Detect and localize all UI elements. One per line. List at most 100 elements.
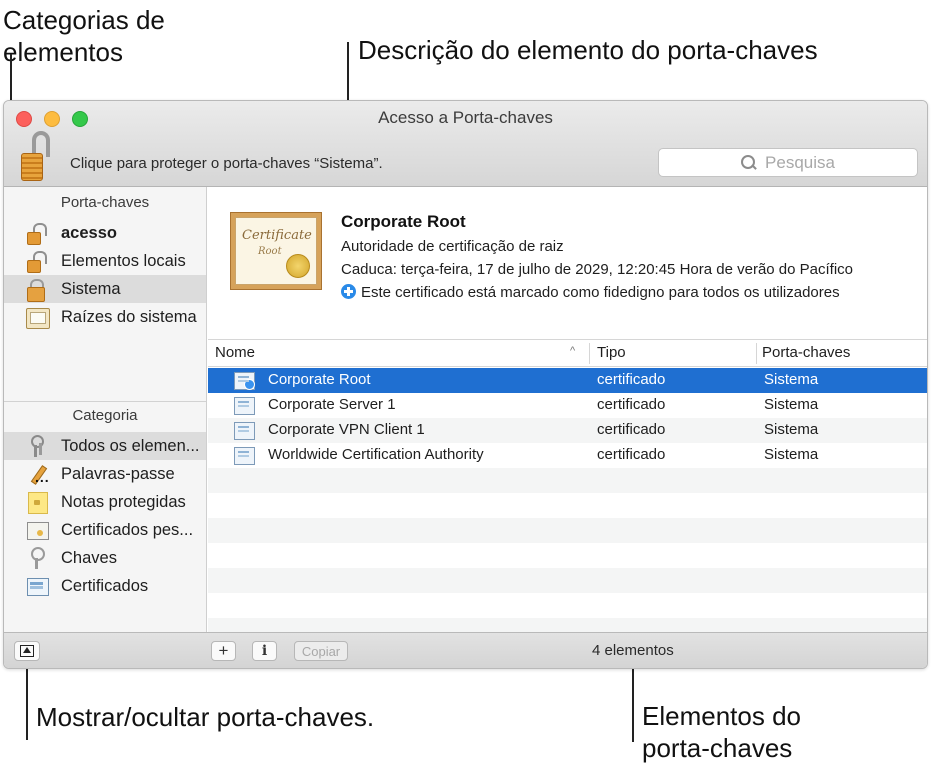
sidebar-item-notas-protegidas[interactable]: Notas protegidas bbox=[4, 488, 206, 516]
certificate-root-icon bbox=[234, 372, 256, 390]
empty-row bbox=[208, 568, 927, 593]
callout-items-line1: Elementos do bbox=[642, 701, 801, 731]
add-item-button[interactable]: + bbox=[211, 641, 236, 661]
row-name: Corporate Server 1 bbox=[268, 396, 396, 413]
sidebar-item-label: Certificados pes... bbox=[61, 520, 194, 539]
sidebar: Porta-chaves acesso Elementos locais Sis… bbox=[4, 187, 207, 634]
window-title: Acesso a Porta-chaves bbox=[378, 108, 553, 127]
column-separator[interactable] bbox=[589, 343, 590, 364]
table-header: Nome ^ Tipo Porta-chaves bbox=[208, 339, 927, 367]
column-header-keychain[interactable]: Porta-chaves bbox=[762, 344, 850, 361]
item-name: Corporate Root bbox=[341, 212, 466, 231]
column-separator[interactable] bbox=[756, 343, 757, 364]
callout-show-hide: Mostrar/ocultar porta-chaves. bbox=[36, 702, 375, 732]
sidebar-item-certificados[interactable]: Certificados bbox=[4, 572, 206, 600]
callout-show-hide-leader bbox=[26, 662, 28, 740]
row-type: certificado bbox=[597, 446, 666, 463]
trust-plus-icon bbox=[341, 284, 356, 299]
category-header: Categoria bbox=[72, 407, 138, 424]
certificate-icon bbox=[26, 575, 49, 597]
sidebar-item-raizes-do-sistema[interactable]: Raízes do sistema bbox=[4, 303, 206, 331]
column-header-type[interactable]: Tipo bbox=[597, 344, 626, 361]
certificate-icon bbox=[234, 447, 256, 465]
empty-row bbox=[208, 493, 927, 518]
pencil-icon bbox=[26, 463, 50, 485]
row-name: Corporate Root bbox=[268, 371, 371, 388]
sidebar-item-label: Elementos locais bbox=[61, 251, 186, 270]
sort-ascending-icon[interactable]: ^ bbox=[570, 345, 575, 357]
row-type: certificado bbox=[597, 396, 666, 413]
empty-row bbox=[208, 593, 927, 618]
row-type: certificado bbox=[597, 421, 666, 438]
callout-categories-line1: Categorias de bbox=[3, 5, 165, 35]
empty-row bbox=[208, 518, 927, 543]
info-button[interactable]: i bbox=[252, 641, 277, 661]
toolbar: Acesso a Porta-chaves Clique para proteg… bbox=[4, 101, 927, 187]
show-hide-icon bbox=[20, 645, 34, 657]
search-placeholder: Pesquisa bbox=[765, 152, 835, 172]
callout-description: Descrição do elemento do porta-chaves bbox=[358, 35, 818, 65]
sidebar-item-label: Notas protegidas bbox=[61, 492, 186, 511]
sidebar-item-elementos-locais[interactable]: Elementos locais bbox=[4, 247, 206, 275]
locked-lock-icon bbox=[26, 278, 48, 302]
row-type: certificado bbox=[597, 371, 666, 388]
cabinet-icon bbox=[26, 306, 50, 329]
copy-button[interactable]: Copiar bbox=[294, 641, 348, 661]
sidebar-item-label: Certificados bbox=[61, 576, 149, 595]
sidebar-item-sistema[interactable]: Sistema bbox=[4, 275, 206, 303]
row-keychain: Sistema bbox=[764, 371, 819, 388]
seal-icon bbox=[286, 254, 310, 278]
trust-status: Este certificado está marcado como fided… bbox=[341, 284, 840, 301]
callout-items-leader bbox=[632, 662, 634, 742]
certificate-icon-word: Certificate bbox=[242, 228, 312, 243]
item-count: 4 elementos bbox=[592, 642, 674, 659]
certificate-icon bbox=[26, 519, 49, 541]
lock-message: Clique para proteger o porta-chaves “Sis… bbox=[70, 155, 383, 172]
empty-row bbox=[208, 543, 927, 568]
certificate-icon bbox=[234, 422, 256, 440]
sidebar-item-chaves[interactable]: Chaves bbox=[4, 544, 206, 572]
table-row[interactable]: Corporate Root certificado Sistema bbox=[208, 368, 927, 393]
sidebar-item-label: Chaves bbox=[61, 548, 117, 567]
sidebar-divider[interactable] bbox=[4, 401, 206, 402]
item-kind: Autoridade de certificação de raiz bbox=[341, 238, 564, 255]
trust-text: Este certificado está marcado como fided… bbox=[361, 284, 840, 301]
unlocked-lock-icon bbox=[26, 222, 48, 245]
sidebar-item-label: Sistema bbox=[61, 279, 121, 298]
keychain-access-window: Acesso a Porta-chaves Clique para proteg… bbox=[3, 100, 928, 669]
unlocked-lock-icon bbox=[26, 250, 48, 273]
sidebar-item-palavras-passe[interactable]: Palavras-passe bbox=[4, 460, 206, 488]
items-table: Nome ^ Tipo Porta-chaves Corporate Root … bbox=[208, 339, 927, 643]
show-hide-keychains-button[interactable] bbox=[14, 641, 40, 661]
sidebar-item-label: Palavras-passe bbox=[61, 464, 175, 483]
sidebar-item-todos-os-elementos[interactable]: Todos os elemen... bbox=[4, 432, 206, 460]
row-name: Worldwide Certification Authority bbox=[268, 446, 484, 463]
table-row[interactable]: Corporate VPN Client 1 certificado Siste… bbox=[208, 418, 927, 443]
row-keychain: Sistema bbox=[764, 421, 819, 438]
empty-row bbox=[208, 468, 927, 493]
search-field[interactable]: Pesquisa bbox=[658, 148, 918, 177]
item-expiry: Caduca: terça-feira, 17 de julho de 2029… bbox=[341, 261, 853, 278]
row-keychain: Sistema bbox=[764, 396, 819, 413]
item-detail-pane: Certificate Root Corporate Root Autorida… bbox=[208, 187, 927, 339]
sidebar-item-acesso[interactable]: acesso bbox=[4, 219, 206, 247]
row-keychain: Sistema bbox=[764, 446, 819, 463]
bottom-bar: + i Copiar 4 elementos bbox=[4, 632, 927, 668]
callout-items-line2: porta-chaves bbox=[642, 733, 793, 763]
table-row[interactable]: Corporate Server 1 certificado Sistema bbox=[208, 393, 927, 418]
column-header-name[interactable]: Nome bbox=[215, 344, 255, 361]
sidebar-item-label: acesso bbox=[61, 223, 117, 242]
certificate-icon-word: Root bbox=[258, 246, 282, 257]
certificate-icon bbox=[234, 397, 256, 415]
sidebar-item-certificados-pessoais[interactable]: Certificados pes... bbox=[4, 516, 206, 544]
unlocked-padlock-icon[interactable] bbox=[21, 131, 51, 183]
keys-icon bbox=[26, 435, 48, 457]
table-row[interactable]: Worldwide Certification Authority certif… bbox=[208, 443, 927, 468]
sidebar-item-label: Todos os elemen... bbox=[61, 436, 200, 455]
search-icon bbox=[741, 154, 757, 171]
callout-categories-line2: elementos bbox=[3, 37, 123, 67]
row-name: Corporate VPN Client 1 bbox=[268, 421, 425, 438]
key-icon bbox=[26, 547, 48, 569]
keychains-header: Porta-chaves bbox=[60, 194, 150, 211]
sidebar-item-label: Raízes do sistema bbox=[61, 307, 197, 326]
